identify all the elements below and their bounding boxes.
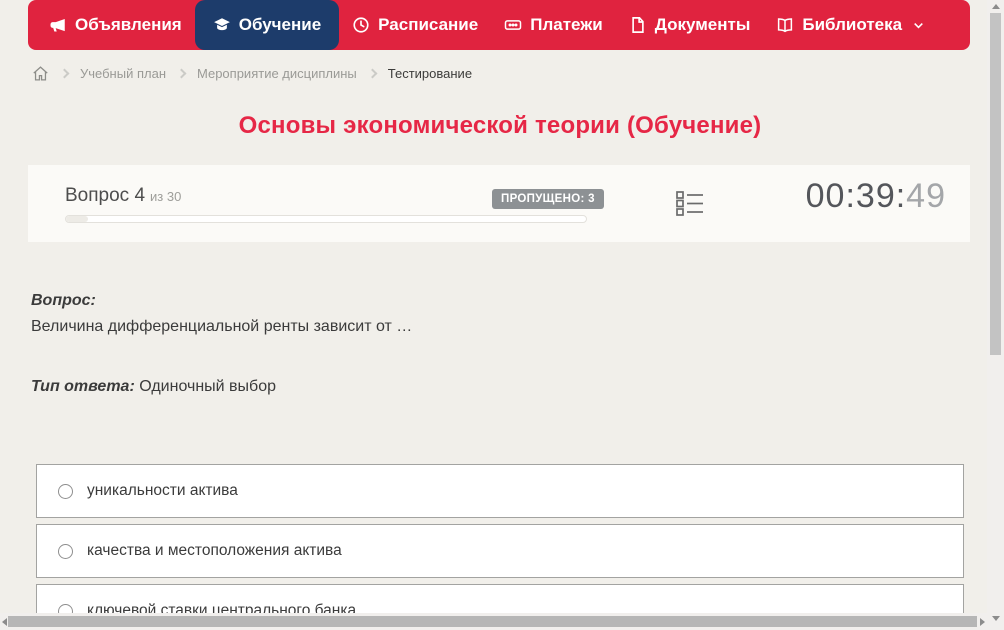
radio-button[interactable] — [58, 483, 73, 499]
nav-item-announcements[interactable]: Объявления — [36, 0, 195, 50]
nav-item-label: Расписание — [378, 15, 479, 34]
nav-item-label: Платежи — [530, 15, 603, 34]
home-icon[interactable] — [32, 65, 49, 82]
nav-item-payments[interactable]: Платежи — [491, 0, 616, 50]
scroll-left-arrow-icon[interactable] — [2, 618, 7, 626]
banknote-icon — [504, 16, 522, 34]
horizontal-scrollbar-thumb[interactable] — [8, 616, 977, 627]
chevron-down-icon — [912, 19, 925, 32]
progress-bar — [65, 215, 587, 223]
chevron-right-icon — [367, 68, 378, 78]
nav-item-library[interactable]: Библиотека — [763, 0, 938, 50]
question-text: Величина дифференциальной ренты зависит … — [31, 318, 413, 335]
graduation-cap-icon — [213, 16, 231, 34]
document-icon — [629, 16, 647, 34]
answer-option-1[interactable]: уникальности актива — [36, 464, 964, 518]
answer-type-value: Одиночный выбор — [139, 378, 276, 395]
scroll-down-arrow-icon[interactable] — [992, 616, 1000, 621]
scroll-right-arrow-icon[interactable] — [980, 618, 985, 626]
vertical-scrollbar[interactable] — [987, 0, 1004, 630]
answer-type-label: Тип ответа: — [31, 378, 135, 395]
nav-item-label: Объявления — [75, 15, 182, 34]
chevron-right-icon — [59, 68, 70, 78]
question-label: Вопрос: — [31, 292, 96, 309]
page-title: Основы экономической теории (Обучение) — [238, 112, 762, 139]
question-list-icon[interactable] — [676, 190, 704, 217]
question-number: Вопрос 4 — [65, 185, 146, 206]
nav-item-education[interactable]: Обучение — [194, 0, 340, 50]
clock-icon — [352, 16, 370, 34]
radio-button[interactable] — [58, 543, 73, 559]
chevron-right-icon — [176, 68, 187, 78]
progress-bar-fill — [66, 216, 88, 222]
nav-item-label: Обучение — [238, 15, 322, 34]
answer-type-line: Тип ответа: Одиночный выбор — [31, 378, 276, 396]
vertical-scrollbar-thumb[interactable] — [990, 13, 1001, 355]
breadcrumb-discipline-event[interactable]: Мероприятие дисциплины — [197, 66, 357, 81]
timer-hours-minutes: 00:39: — [805, 177, 907, 215]
nav-item-label: Библиотека — [802, 15, 903, 34]
nav-item-label: Документы — [654, 15, 751, 34]
question-of-total: из 30 — [150, 189, 182, 204]
timer-seconds: 49 — [906, 177, 946, 215]
skipped-badge: ПРОПУЩЕНО: 3 — [492, 189, 604, 209]
answer-option-2[interactable]: качества и местоположения актива — [36, 524, 964, 578]
nav-item-documents[interactable]: Документы — [616, 0, 764, 50]
question-counter: Вопрос 4 из 30 — [65, 185, 181, 207]
answer-option-label: качества и местоположения актива — [87, 542, 342, 559]
countdown-timer: 00:39:49 — [806, 177, 946, 216]
top-navbar: Объявления Обучение Расписание Платежи Д… — [28, 0, 970, 50]
question-header-card: Вопрос 4 из 30 ПРОПУЩЕНО: 3 00:39:49 — [28, 165, 970, 242]
breadcrumb-testing: Тестирование — [387, 65, 473, 81]
breadcrumb-study-plan[interactable]: Учебный план — [80, 66, 166, 81]
horizontal-scrollbar[interactable] — [0, 613, 987, 630]
breadcrumb: Учебный план Мероприятие дисциплины Тест… — [32, 61, 472, 85]
nav-item-schedule[interactable]: Расписание — [339, 0, 491, 50]
megaphone-icon — [49, 16, 67, 34]
scroll-up-arrow-icon[interactable] — [992, 4, 1000, 9]
open-book-icon — [776, 16, 794, 34]
answer-option-label: уникальности актива — [87, 482, 238, 499]
